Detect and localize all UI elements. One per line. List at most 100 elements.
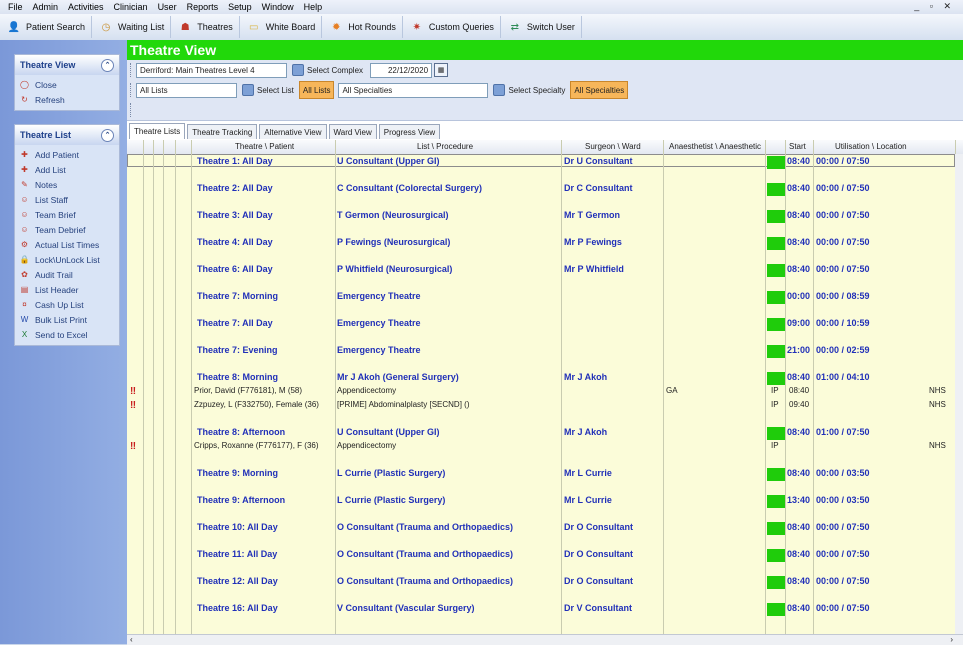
theatre-name[interactable]: Theatre 1: All Day [197, 156, 273, 166]
menu-setup[interactable]: Setup [228, 2, 252, 12]
waiting-list-button[interactable]: ◷ Waiting List [94, 16, 172, 38]
tab-ward-view[interactable]: Ward View [328, 124, 377, 139]
patient-name[interactable]: Zzpuzey, L (F332750), Female (36) [194, 400, 319, 409]
theatre-list-row[interactable]: Theatre 8: Morning Mr J Akoh (General Sur… [127, 372, 963, 385]
tab-alternative-view[interactable]: Alternative View [259, 124, 327, 139]
patient-row[interactable]: ‼ Zzpuzey, L (F332750), Female (36) [PRIME… [127, 400, 963, 412]
patient-name[interactable]: Cripps, Roxanne (F776177), F (36) [194, 441, 319, 450]
col-surgeon-ward[interactable]: Surgeon \ Ward [585, 142, 641, 151]
theatre-list-row[interactable]: Theatre 3: All Day T Germon (Neurosurgica… [127, 210, 963, 223]
sidebar-item-audit-trail[interactable]: ✿ Audit Trail [15, 267, 119, 282]
alert-icon[interactable]: ‼ [130, 441, 136, 452]
select-complex-button[interactable]: Select Complex [289, 62, 366, 78]
theatre-name[interactable]: Theatre 8: Afternoon [197, 427, 285, 437]
col-theatre-patient[interactable]: Theatre \ Patient [235, 142, 294, 151]
theatre-list-row[interactable]: Theatre 8: Afternoon U Consultant (Upper … [127, 427, 963, 440]
sidebar-item-list-staff[interactable]: ☺ List Staff [15, 192, 119, 207]
theatre-name[interactable]: Theatre 16: All Day [197, 603, 278, 613]
theatre-list-row[interactable]: Theatre 16: All Day V Consultant (Vascula… [127, 603, 963, 616]
theatre-list-row[interactable]: Theatre 12: All Day O Consultant (Trauma … [127, 576, 963, 589]
theatre-list-row[interactable]: Theatre 6: All Day P Whitfield (Neurosurg… [127, 264, 963, 277]
sidebar-item-list-header[interactable]: ▤ List Header [15, 282, 119, 297]
switch-user-button[interactable]: ⇄ Switch User [503, 16, 582, 38]
complex-field[interactable]: Derriford: Main Theatres Level 4 [136, 62, 287, 78]
theatre-name[interactable]: Theatre 10: All Day [197, 522, 278, 532]
menu-window[interactable]: Window [262, 2, 294, 12]
scroll-left-icon[interactable]: ‹ [130, 635, 133, 644]
tab-progress-view[interactable]: Progress View [378, 124, 441, 139]
alert-icon[interactable]: ‼ [130, 386, 136, 397]
sidebar-item-notes[interactable]: ✎ Notes [15, 177, 119, 192]
theatre-view-panel-header[interactable]: Theatre View ⌃ [15, 55, 119, 75]
col-list-procedure[interactable]: List \ Procedure [417, 142, 473, 151]
theatre-name[interactable]: Theatre 7: All Day [197, 318, 273, 328]
theatre-name[interactable]: Theatre 4: All Day [197, 237, 273, 247]
theatre-name[interactable]: Theatre 3: All Day [197, 210, 273, 220]
theatre-list-row[interactable]: Theatre 9: Morning L Currie (Plastic Surg… [127, 468, 963, 481]
theatre-list-row[interactable]: Theatre 10: All Day O Consultant (Trauma … [127, 522, 963, 535]
theatre-list-row[interactable]: Theatre 1: All Day U Consultant (Upper GI… [127, 156, 963, 169]
sidebar-item-add-patient[interactable]: ✚ Add Patient [15, 147, 119, 162]
sidebar-item-close[interactable]: ◯ Close [15, 77, 119, 92]
patient-row[interactable]: ‼ Prior, David (F776181), M (58) Appendice… [127, 386, 963, 398]
collapse-icon[interactable]: ⌃ [101, 58, 114, 72]
menu-clinician[interactable]: Clinician [114, 2, 148, 12]
alert-icon[interactable]: ‼ [130, 400, 136, 411]
window-controls[interactable]: _ ▫ ✕ [914, 1, 955, 12]
theatre-name[interactable]: Theatre 11: All Day [197, 549, 277, 559]
horizontal-scrollbar[interactable]: ‹ › [127, 634, 963, 645]
all-specialties-button[interactable]: All Specialties [570, 81, 629, 99]
col-start[interactable]: Start [789, 142, 806, 151]
scroll-right-icon[interactable]: › [950, 635, 953, 644]
theatres-button[interactable]: ☗ Theatres [173, 16, 240, 38]
menu-file[interactable]: File [8, 2, 23, 12]
theatre-list-panel-header[interactable]: Theatre List ⌃ [15, 125, 119, 145]
theatre-list-row[interactable]: Theatre 7: Evening Emergency Theatre 21:00… [127, 345, 963, 358]
theatre-list-row[interactable]: Theatre 2: All Day C Consultant (Colorect… [127, 183, 963, 196]
sidebar-item-refresh[interactable]: ↻ Refresh [15, 92, 119, 107]
specialties-field[interactable]: All Specialties [338, 82, 489, 98]
sidebar-item-send-to-excel[interactable]: X Send to Excel [15, 327, 119, 342]
sidebar-item-team-debrief[interactable]: ☺ Team Debrief [15, 222, 119, 237]
patient-row[interactable]: ‼ Cripps, Roxanne (F776177), F (36) Append… [127, 441, 963, 453]
tab-theatre-tracking[interactable]: Theatre Tracking [187, 124, 258, 139]
sidebar-item-team-brief[interactable]: ☺ Team Brief [15, 207, 119, 222]
select-list-button[interactable]: Select List [239, 82, 297, 98]
theatre-list-row[interactable]: Theatre 7: Morning Emergency Theatre 00:00… [127, 291, 963, 304]
theatre-list-row[interactable]: Theatre 4: All Day P Fewings (Neurosurgic… [127, 237, 963, 250]
theatre-name[interactable]: Theatre 7: Evening [197, 345, 278, 355]
menu-help[interactable]: Help [304, 2, 323, 12]
tab-theatre-lists[interactable]: Theatre Lists [129, 123, 186, 139]
menu-activities[interactable]: Activities [68, 2, 104, 12]
hot-rounds-button[interactable]: ✹ Hot Rounds [324, 16, 403, 38]
theatre-list-row[interactable]: Theatre 11: All Day O Consultant (Trauma … [127, 549, 963, 562]
menu-reports[interactable]: Reports [187, 2, 219, 12]
patient-search-button[interactable]: 👤 Patient Search [2, 16, 93, 38]
select-specialty-button[interactable]: Select Specialty [490, 82, 568, 98]
sidebar-item-cash-up-list[interactable]: ¤ Cash Up List [15, 297, 119, 312]
sidebar-item-lock-unlock-list[interactable]: 🔒 Lock\UnLock List [15, 252, 119, 267]
theatre-name[interactable]: Theatre 6: All Day [197, 264, 273, 274]
menu-admin[interactable]: Admin [33, 2, 59, 12]
calendar-icon[interactable]: ▦ [434, 63, 449, 77]
col-anaesthetist[interactable]: Anaesthetist \ Anaesthetic [669, 142, 761, 151]
theatre-name[interactable]: Theatre 7: Morning [197, 291, 278, 301]
lists-field[interactable]: All Lists [136, 82, 237, 98]
theatre-name[interactable]: Theatre 9: Afternoon [197, 495, 285, 505]
col-utilisation[interactable]: Utilisation \ Location [835, 142, 907, 151]
theatre-name[interactable]: Theatre 8: Morning [197, 372, 278, 382]
sidebar-item-bulk-list-print[interactable]: W Bulk List Print [15, 312, 119, 327]
sidebar-item-add-list[interactable]: ✚ Add List [15, 162, 119, 177]
theatre-list-row[interactable]: Theatre 9: Afternoon L Currie (Plastic Su… [127, 495, 963, 508]
theatre-name[interactable]: Theatre 12: All Day [197, 576, 278, 586]
theatre-list-row[interactable]: Theatre 7: All Day Emergency Theatre 09:00… [127, 318, 963, 331]
vertical-scrollbar[interactable] [955, 154, 963, 634]
all-lists-button[interactable]: All Lists [298, 81, 335, 99]
collapse-icon[interactable]: ⌃ [101, 128, 114, 142]
date-field[interactable]: 22/12/2020 [370, 62, 433, 78]
custom-queries-button[interactable]: ✷ Custom Queries [405, 16, 501, 38]
menu-user[interactable]: User [158, 2, 177, 12]
theatre-name[interactable]: Theatre 2: All Day [197, 183, 273, 193]
white-board-button[interactable]: ▭ White Board [242, 16, 323, 38]
patient-name[interactable]: Prior, David (F776181), M (58) [194, 386, 302, 395]
